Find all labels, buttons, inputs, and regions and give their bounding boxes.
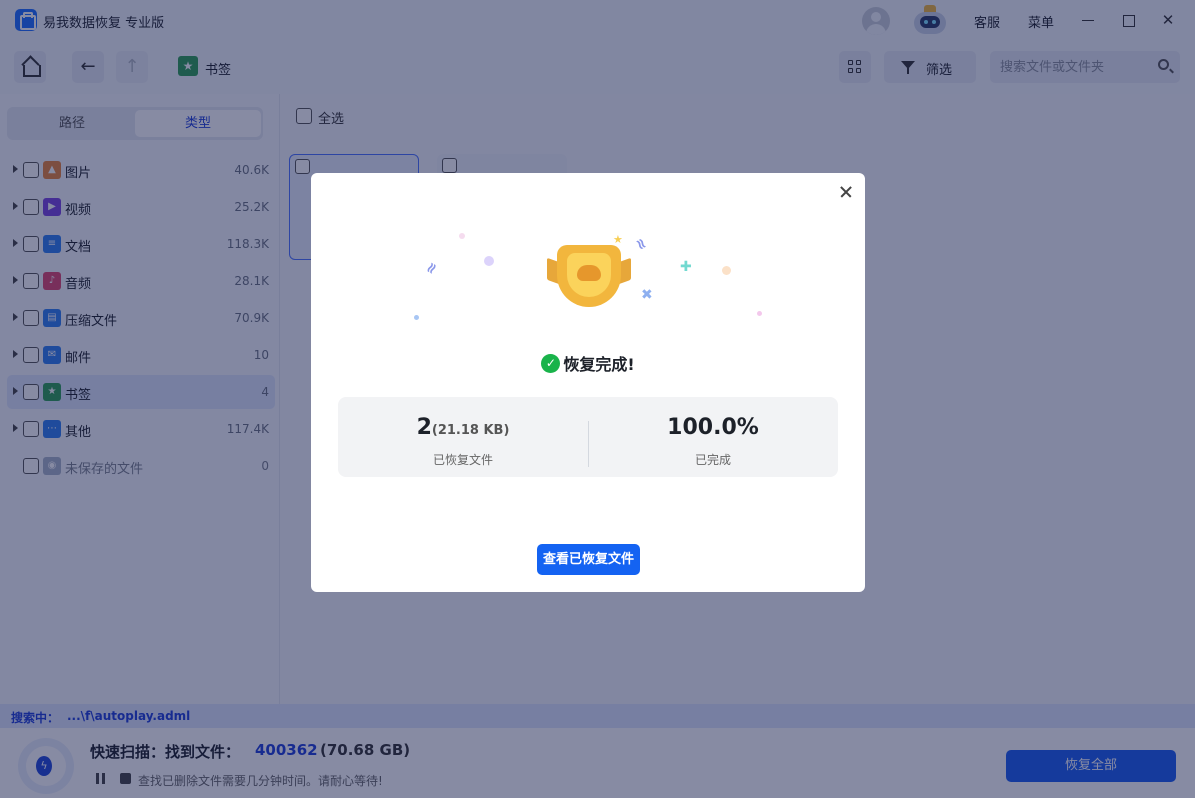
recovered-count: 2 (416, 415, 432, 440)
sparkle-icon: ✖ (641, 287, 653, 303)
recovery-stats-panel: 2(21.18 KB) 已恢复文件 100.0% 已完成 (338, 397, 838, 477)
confetti-icon (722, 266, 731, 275)
confetti-icon: ≈ (420, 258, 443, 278)
progress-value: 100.0% (588, 415, 838, 440)
confetti-icon: ≈ (630, 234, 653, 254)
view-recovered-files-button[interactable]: 查看已恢复文件 (537, 544, 640, 575)
recovered-files-label: 已恢复文件 (432, 453, 493, 467)
recovered-size: (21.18 KB) (431, 423, 510, 438)
app-window: 易我数据恢复 专业版 客服 菜单 ✕ ← ↑ ★ 书签 筛选 路径 (0, 0, 1195, 798)
completion-title: 恢复完成! (563, 355, 635, 374)
trophy-badge-icon (547, 235, 631, 313)
completion-heading: ✓ 恢复完成! (311, 351, 865, 375)
recovery-complete-dialog: ≈ ≈ ✚ ✖ ★ ✓ 恢复完成! 2(21.18 KB) 已恢复文件 100.0… (311, 173, 865, 592)
success-check-icon: ✓ (541, 353, 561, 373)
sparkle-icon: ✚ (680, 259, 692, 275)
confetti-icon (757, 311, 762, 316)
confetti-icon (414, 315, 419, 320)
recovered-files-value: 2(21.18 KB) (338, 415, 588, 440)
confetti-icon (484, 256, 494, 266)
close-icon[interactable] (837, 183, 855, 201)
confetti-icon (459, 233, 465, 239)
progress-percent: 100.0% (667, 415, 759, 440)
progress-label: 已完成 (694, 453, 731, 467)
